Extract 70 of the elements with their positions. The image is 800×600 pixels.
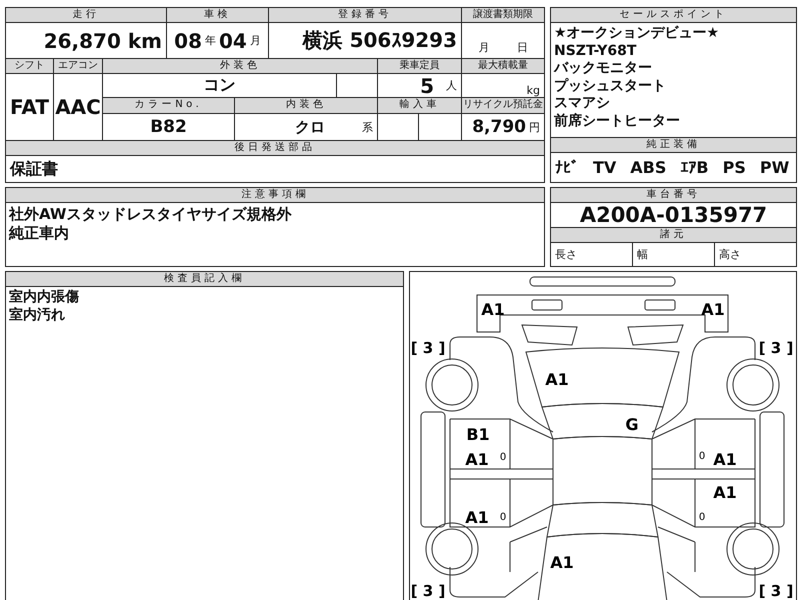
damage-mark: A1 [713,483,737,502]
field-label: 検査員記入欄 [6,272,403,286]
inspector-note: 室内汚れ [9,306,66,324]
tire-mark: [ 3 ] [758,582,794,600]
spec-label: 高さ [715,243,796,266]
tire-mark: [ 3 ] [410,339,446,357]
tread-mark: 0 [698,512,706,523]
field-label: 最大積載量 [462,59,544,73]
sale-point-text: ★オークションデビュー★ [554,25,720,42]
mileage-value: 26,870 km [6,23,166,58]
capacity-value: 5 人 [378,74,461,97]
tire-mark: [ 3 ] [758,339,794,357]
equipment-text: PS [722,158,746,177]
recycle-fee-value: 8,790 円 [462,114,544,140]
tread-mark: 0 [698,451,706,462]
sale-point-text: NSZT-Y68T [554,42,638,60]
field-label: 輸入車 [378,98,461,113]
sale-point-text: 前席シートヒーター [554,112,681,130]
note-text: 純正車内 [9,224,70,242]
note-text: 社外AWスタッドレスタイヤサイズ規格外 [9,205,292,224]
later-parts-value: 保証書 [6,156,544,182]
max-load-value: kg [462,74,544,97]
sale-point-text: バックモニター [554,60,653,78]
equipment-text: ﾅﾋﾞ [555,158,579,177]
damage-mark: A1 [713,450,737,469]
damage-mark: A1 [701,300,725,319]
field-label: 諸元 [551,228,796,242]
chassis-number: A200A-0135977 [551,203,796,227]
tread-mark: 0 [500,452,506,463]
shift-value: FAT [6,74,53,140]
damage-mark: A1 [545,370,569,389]
field-label: 譲渡書類期限 [462,8,544,22]
field-label: 乗車定員 [378,59,461,73]
exterior-color-value: コン [103,74,336,97]
field-label: 純正装備 [551,138,796,152]
sale-point-text: プッシュスタート [554,78,667,95]
equipment-text: PW [760,158,790,177]
damage-mark: G [625,415,639,434]
field-label: カラーNo. [103,98,234,113]
registration-value: 横浜 506ｽ9293 [269,23,461,58]
field-label: 後日発送部品 [6,141,544,155]
field-label: リサイクル預託金 [462,98,544,113]
field-label: シフト [6,59,53,73]
spec-label: 幅 [633,243,714,266]
color-number-value: B82 [103,114,234,140]
field-label: 注意事項欄 [6,188,544,202]
equipment-text: ｴｱB [680,158,709,177]
field-label: 内装色 [235,98,377,113]
field-label: 走行 [6,8,166,22]
tire-mark: [ 3 ] [410,582,446,600]
equipment-text: TV [593,158,616,177]
tread-mark: 0 [500,512,506,523]
damage-mark: A1 [550,553,574,572]
field-label: 登録番号 [269,8,461,22]
inspector-note: 室内内張傷 [9,289,80,306]
field-label: 車台番号 [551,188,796,202]
damage-mark: A1 [465,450,489,469]
damage-mark: B1 [466,425,490,444]
equipment-text: ABS [630,158,666,177]
field-label: セールスポイント [551,8,796,22]
deadline-value: 月 日 [462,23,544,58]
sale-point-text: スマアシ [554,95,611,112]
aircon-value: AAC [54,74,102,140]
spec-label: 長さ [551,243,632,266]
interior-color-value: クロ 系 [235,114,377,140]
field-label: 車検 [167,8,268,22]
damage-mark: A1 [465,508,489,527]
field-label: 外装色 [103,59,377,73]
damage-mark: A1 [481,300,505,319]
field-label: エアコン [54,59,102,73]
